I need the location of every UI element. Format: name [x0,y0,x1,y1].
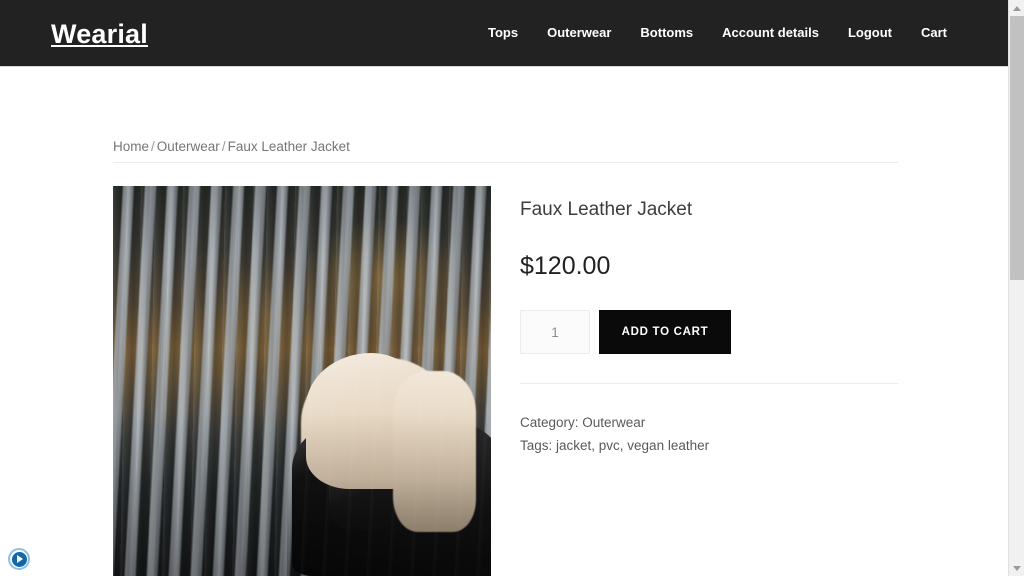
product-price: $120.00 [520,252,611,280]
breadcrumb-home[interactable]: Home [113,139,149,154]
breadcrumb: Home / Outerwear / Faux Leather Jacket [113,138,350,156]
nav-link-cart[interactable]: Cart [921,25,947,41]
page-content: Home / Outerwear / Faux Leather Jacket F… [0,67,1008,576]
add-to-cart-form: ADD TO CART [520,310,898,354]
breadcrumb-separator: / [221,139,226,154]
play-button-icon[interactable] [8,548,30,570]
product-tags: Tags: jacket, pvc, vegan leather [520,438,710,453]
scroll-up-arrow-icon[interactable] [1009,0,1024,16]
breadcrumb-separator: / [151,139,155,154]
product-meta-divider [520,383,898,384]
breadcrumb-category[interactable]: Outerwear [157,139,220,154]
add-to-cart-button[interactable]: ADD TO CART [599,310,731,354]
scrollbar-thumb[interactable] [1010,16,1024,280]
nav-link-tops[interactable]: Tops [488,25,518,41]
photo-vignette [113,186,491,576]
site-header: Wearial Tops Outerwear Bottoms Account d… [0,0,1008,67]
product-image[interactable] [113,186,491,576]
nav-link-logout[interactable]: Logout [848,25,892,41]
vertical-scrollbar[interactable] [1008,0,1024,576]
scroll-down-arrow-icon[interactable] [1009,560,1024,576]
product-category: Category: Outerwear [520,415,646,430]
quantity-input[interactable] [520,310,590,354]
main-navigation: Tops Outerwear Bottoms Account details L… [488,25,947,41]
breadcrumb-divider [113,162,898,163]
product-title: Faux Leather Jacket [520,199,693,220]
breadcrumb-current: Faux Leather Jacket [227,139,350,154]
nav-link-outerwear[interactable]: Outerwear [547,25,611,41]
product-meta: Category: Outerwear Tags: jacket, pvc, v… [520,411,898,457]
play-disc [11,551,27,567]
nav-link-account-details[interactable]: Account details [722,25,819,41]
browser-viewport: Wearial Tops Outerwear Bottoms Account d… [0,0,1024,576]
site-logo[interactable]: Wearial [51,18,148,50]
product-summary: Faux Leather Jacket $120.00 ADD TO CART … [520,186,898,457]
product-photo [113,186,491,576]
nav-link-bottoms[interactable]: Bottoms [640,25,693,41]
play-triangle [17,555,23,563]
